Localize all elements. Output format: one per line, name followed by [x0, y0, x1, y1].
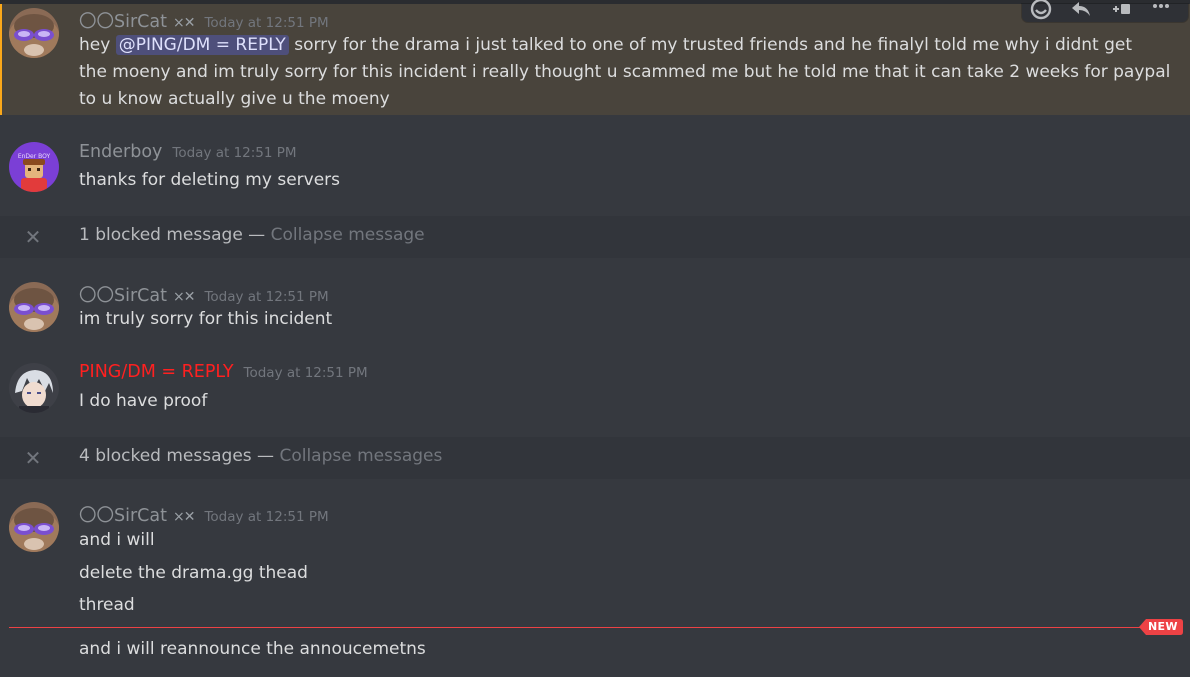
message-text-rest: sorry for the drama i just talked to one… — [294, 35, 1133, 55]
chat-messages: 〇〇SirCat ×✕ Today at 12:51 PM hey @PING/DM… — [0, 0, 1190, 677]
avatar[interactable] — [9, 8, 59, 58]
collapse-link[interactable]: Collapse message — [271, 225, 425, 245]
reply-icon[interactable] — [1070, 0, 1092, 20]
message-text: thread — [79, 595, 135, 615]
message[interactable]: PING/DM = REPLY Today at 12:51 PM I do ha… — [0, 358, 1190, 418]
message-mention[interactable]: 〇〇SirCat ×✕ Today at 12:51 PM hey @PING/DM… — [0, 0, 1190, 115]
blocked-count: 4 blocked messages — [79, 446, 252, 466]
collapse-link[interactable]: Collapse messages — [279, 446, 442, 466]
close-icon[interactable]: ✕ — [24, 448, 42, 468]
message-header: 〇〇SirCat ×✕ Today at 12:51 PM — [79, 8, 329, 33]
blocked-messages-bar[interactable]: ✕ 4 blocked messages — Collapse messages — [0, 437, 1190, 479]
blocked-messages-bar[interactable]: ✕ 1 blocked message — Collapse message — [0, 216, 1190, 258]
close-icon[interactable]: ✕ — [24, 227, 42, 247]
message[interactable]: EnDer BOY Enderboy Today at 12:51 PM than… — [0, 138, 1190, 198]
username[interactable]: PING/DM = REPLY — [79, 362, 234, 382]
new-messages-divider — [9, 627, 1181, 628]
message-text: hey @PING/DM = REPLY sorry for the drama… — [79, 32, 1132, 59]
message-text-line: to u know actually give u the moeny — [79, 89, 390, 109]
timestamp[interactable]: Today at 12:51 PM — [172, 145, 296, 161]
message[interactable]: 〇〇SirCat ×✕ Today at 12:51 PM and i will d… — [0, 498, 1190, 677]
user-tag: ×✕ — [172, 509, 195, 525]
message-toolbar — [1022, 0, 1188, 22]
avatar[interactable] — [9, 502, 59, 552]
message-text: im truly sorry for this incident — [79, 309, 333, 329]
username[interactable]: 〇〇SirCat — [79, 286, 167, 306]
message-header: 〇〇SirCat ×✕ Today at 12:51 PM — [79, 282, 329, 307]
blocked-separator: — — [251, 446, 280, 466]
avatar[interactable]: EnDer BOY — [9, 142, 59, 192]
new-badge-label: NEW — [1148, 620, 1178, 633]
more-icon[interactable] — [1150, 0, 1172, 20]
avatar-text: EnDer BOY — [18, 153, 51, 160]
user-tag: ×✕ — [172, 15, 195, 31]
blocked-count: 1 blocked message — [79, 225, 243, 245]
message-text: thanks for deleting my servers — [79, 170, 341, 190]
new-badge: NEW — [1139, 619, 1183, 635]
message-text: I do have proof — [79, 391, 208, 411]
avatar[interactable] — [9, 282, 59, 332]
message-header: Enderboy Today at 12:51 PM — [79, 142, 297, 162]
message-text: and i will — [79, 530, 155, 550]
message-text: and i will reannounce the annoucemetns — [79, 639, 426, 659]
blocked-separator: — — [242, 225, 271, 245]
username[interactable]: 〇〇SirCat — [79, 12, 167, 32]
message[interactable]: 〇〇SirCat ×✕ Today at 12:51 PM im truly sor… — [0, 278, 1190, 338]
timestamp[interactable]: Today at 12:51 PM — [204, 15, 328, 31]
user-tag: ×✕ — [172, 289, 195, 305]
timestamp[interactable]: Today at 12:51 PM — [244, 365, 368, 381]
username[interactable]: 〇〇SirCat — [79, 506, 167, 526]
message-text: delete the drama.gg thead — [79, 563, 308, 583]
message-header: PING/DM = REPLY Today at 12:51 PM — [79, 362, 368, 382]
add-reaction-icon[interactable] — [1030, 0, 1052, 20]
hey-text: hey — [79, 35, 116, 55]
blocked-text: 1 blocked message — Collapse message — [79, 225, 425, 245]
blocked-text: 4 blocked messages — Collapse messages — [79, 446, 442, 466]
timestamp[interactable]: Today at 12:51 PM — [204, 289, 328, 305]
create-thread-icon[interactable] — [1110, 0, 1132, 20]
username[interactable]: Enderboy — [79, 142, 162, 162]
avatar[interactable] — [9, 363, 59, 413]
user-mention[interactable]: @PING/DM = REPLY — [115, 35, 289, 55]
message-header: 〇〇SirCat ×✕ Today at 12:51 PM — [79, 502, 329, 527]
message-text-line: the moeny and im truly sorry for this in… — [79, 62, 1171, 82]
timestamp[interactable]: Today at 12:51 PM — [204, 509, 328, 525]
